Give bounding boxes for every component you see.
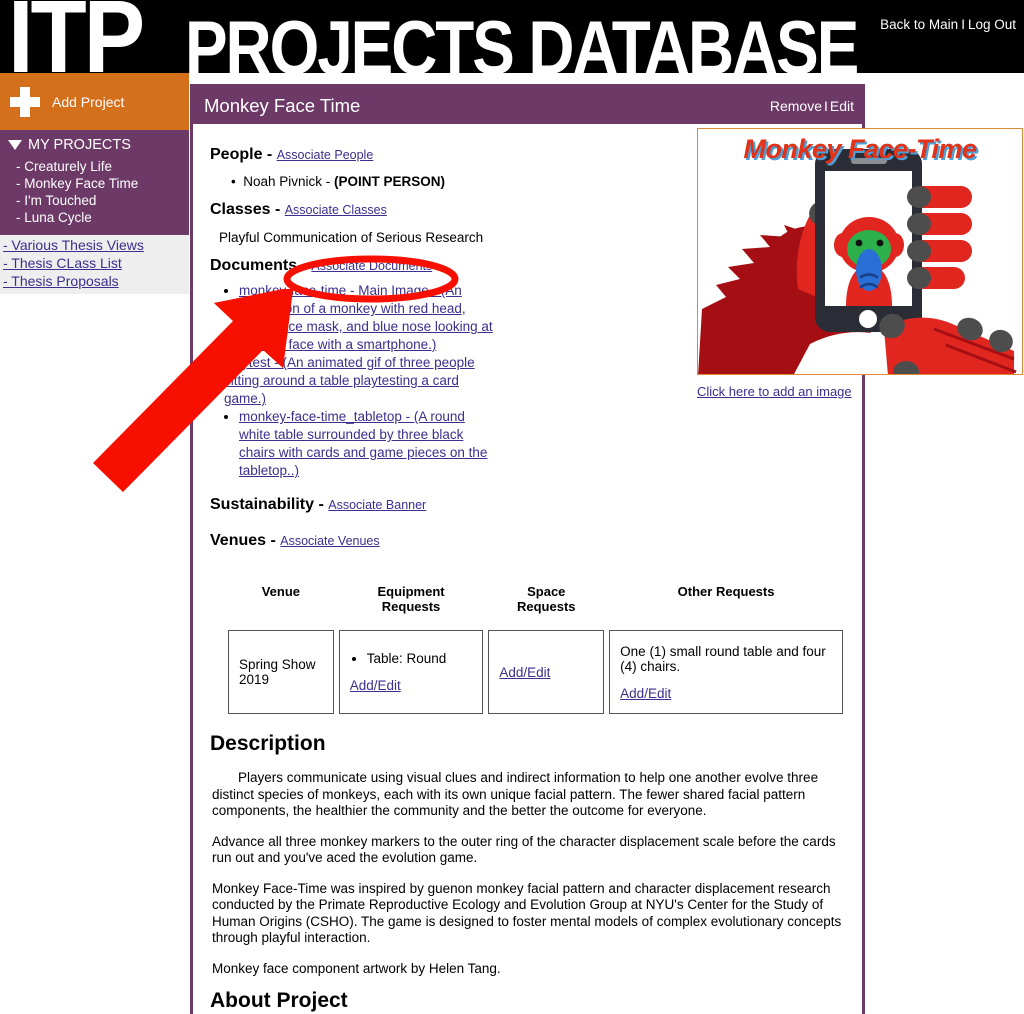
list-item: monkey-face-time_tabletop - (A round whi… — [239, 408, 493, 480]
equipment-items: Table: Round — [350, 651, 473, 666]
list-item: Table: Round — [367, 651, 473, 666]
document-link[interactable]: playtest - (An animated gif of three peo… — [224, 355, 475, 406]
plus-icon — [10, 86, 40, 117]
associate-classes-link[interactable]: Associate Classes — [285, 203, 387, 217]
documents-list: monkey-face-time - Main Image - (An illu… — [207, 282, 493, 480]
venues-heading-label: Venues - — [210, 532, 276, 549]
add-project-button[interactable]: Add Project — [0, 73, 189, 130]
remove-button[interactable]: Remove — [770, 98, 822, 114]
list-item: playtest - (An animated gif of three peo… — [224, 354, 493, 408]
document-link[interactable]: monkey-face-time_tabletop - (A round whi… — [239, 409, 487, 478]
project-panel: Monkey Face Time Remove I Edit Monkey Face… — [190, 84, 1023, 1014]
page-title: Monkey Face Time — [204, 94, 361, 116]
description-paragraph-1: Players communicate using visual clues a… — [212, 770, 819, 818]
cell-space-requests: Add/Edit — [488, 630, 605, 714]
column-header-space-requests: Space Requests — [488, 578, 604, 630]
space-add-edit-link[interactable]: Add/Edit — [499, 665, 550, 680]
associate-banner-link[interactable]: Associate Banner — [328, 498, 426, 512]
column-header-space-line1: Space — [527, 584, 566, 599]
sidebar-filler — [0, 294, 189, 984]
edit-button[interactable]: Edit — [830, 98, 854, 114]
sustainability-section-heading: Sustainability - Associate Banner — [210, 496, 848, 514]
project-main-image: Monkey Face-Time Monkey Face-Time — [697, 128, 1023, 375]
about-project-heading: About Project — [210, 989, 348, 1012]
column-header-other-requests: Other Requests — [677, 584, 775, 599]
associate-documents-link[interactable]: Associate Documents — [311, 259, 432, 273]
description-paragraph-2: Advance all three monkey markers to the … — [212, 833, 836, 866]
sidebar-item-luna-cycle[interactable]: - Luna Cycle — [0, 209, 189, 226]
site-header: ITP PROJECTS DATABASE Back to Main I Log O… — [0, 0, 1024, 73]
sidebar-item-creaturely-life[interactable]: - Creaturely Life — [0, 158, 189, 175]
column-header-equipment-requests: Equipment Requests — [339, 578, 484, 630]
venues-section-heading: Venues - Associate Venues — [210, 532, 848, 550]
sidebar-item-monkey-face-time[interactable]: - Monkey Face Time — [0, 175, 189, 192]
equipment-add-edit-link[interactable]: Add/Edit — [350, 678, 401, 693]
list-item: monkey-face-time - Main Image - (An illu… — [239, 282, 493, 354]
add-image-link[interactable]: Click here to add an image — [697, 384, 1024, 399]
projects-database-title: PROJECTS DATABASE — [185, 7, 859, 73]
table-header-row: Venue Equipment Requests Space Requests … — [228, 578, 843, 630]
sidebar-item-thesis-proposals[interactable]: - Thesis Proposals — [0, 272, 189, 290]
add-project-label: Add Project — [52, 93, 125, 110]
itp-logo: ITP — [8, 0, 145, 73]
sustainability-heading-label: Sustainability - — [210, 496, 324, 513]
back-to-main-link[interactable]: Back to Main — [880, 17, 958, 32]
sidebar-item-im-touched[interactable]: - I'm Touched — [0, 192, 189, 209]
action-separator: I — [823, 97, 828, 114]
project-title-bar: Monkey Face Time Remove I Edit — [193, 87, 862, 124]
other-add-edit-link[interactable]: Add/Edit — [620, 686, 671, 701]
sidebar-item-thesis-class-list[interactable]: - Thesis CLass List — [0, 254, 189, 272]
monkey-selfie-illustration — [698, 149, 1017, 374]
table-row: Spring Show 2019 Table: Round Add/Edit A… — [228, 630, 843, 714]
my-projects-group: MY PROJECTS - Creaturely Life - Monkey F… — [0, 130, 189, 235]
my-projects-label: MY PROJECTS — [28, 137, 131, 153]
my-projects-header[interactable]: MY PROJECTS — [0, 137, 189, 158]
header-links: Back to Main I Log Out — [880, 17, 1016, 32]
person-role: (POINT PERSON) — [334, 174, 446, 189]
other-requests-text: One (1) small round table and four (4) c… — [620, 643, 826, 674]
sidebar: Add Project MY PROJECTS - Creaturely Lif… — [0, 73, 189, 984]
project-image-block: Monkey Face-Time Monkey Face-Time Click … — [697, 128, 1024, 399]
documents-heading-label: Documents - — [210, 257, 307, 274]
header-link-separator: I — [961, 17, 965, 32]
log-out-link[interactable]: Log Out — [968, 17, 1016, 32]
page-root: ITP PROJECTS DATABASE Back to Main I Log O… — [0, 0, 1024, 1014]
classes-heading-label: Classes - — [210, 201, 281, 218]
thesis-links-group: - Various Thesis Views - Thesis CLass Li… — [0, 235, 189, 294]
description-paragraph-3: Monkey Face-Time was inspired by guenon … — [212, 880, 842, 946]
associate-venues-link[interactable]: Associate Venues — [280, 534, 379, 548]
description-heading: Description — [210, 732, 326, 755]
cell-venue: Spring Show 2019 — [228, 630, 334, 714]
project-body: Monkey Face-Time Monkey Face-Time Click … — [193, 124, 1023, 1013]
sidebar-item-various-thesis-views[interactable]: - Various Thesis Views — [0, 236, 189, 254]
column-header-space-line2: Requests — [517, 599, 576, 614]
column-header-venue: Venue — [261, 584, 300, 599]
column-header-equipment-line1: Equipment — [377, 584, 445, 599]
people-heading-label: People - — [210, 146, 273, 163]
image-title-overlay: Monkey Face-Time — [743, 134, 977, 164]
chevron-down-icon — [8, 140, 22, 150]
venue-table: Venue Equipment Requests Space Requests … — [223, 578, 848, 714]
cell-equipment-requests: Table: Round Add/Edit — [338, 630, 484, 714]
cell-other-requests: One (1) small round table and four (4) c… — [609, 630, 843, 714]
column-header-equipment-line2: Requests — [381, 599, 441, 614]
person-name: Noah Pivnick - — [243, 174, 335, 189]
description-paragraph-4: Monkey face component artwork by Helen T… — [212, 960, 501, 976]
associate-people-link[interactable]: Associate People — [277, 148, 374, 162]
project-actions: Remove I Edit — [770, 98, 854, 114]
document-link[interactable]: monkey-face-time - Main Image - (An illu… — [239, 283, 493, 352]
